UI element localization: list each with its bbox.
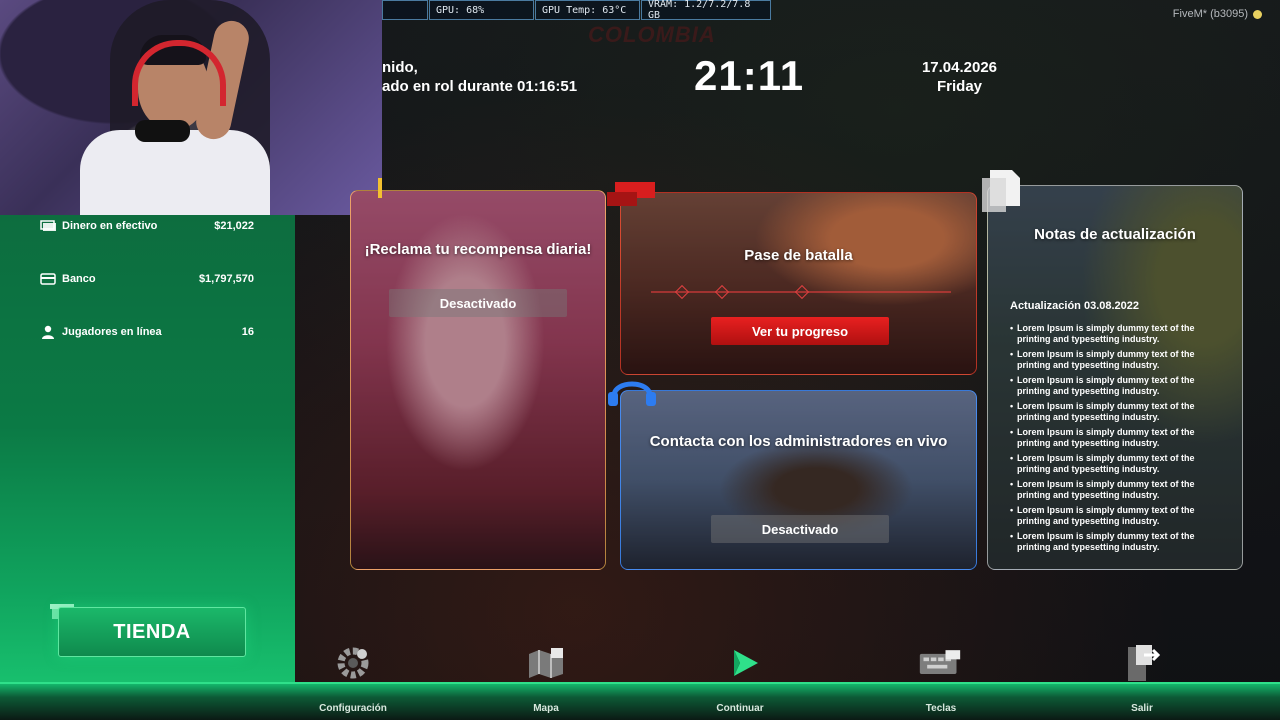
- stat-cash-label: Dinero en efectivo: [62, 220, 158, 232]
- daily-reward-card[interactable]: ¡Reclama tu recompensa diaria! Desactiva…: [350, 190, 606, 570]
- keyboard-icon[interactable]: [918, 643, 962, 683]
- webcam-mic: [135, 120, 190, 142]
- greeting-line1: nido,: [382, 59, 418, 76]
- headset-icon: [608, 381, 656, 406]
- bottom-nav-bar: [0, 682, 1280, 720]
- map-icon[interactable]: [524, 643, 568, 683]
- date-day: 17.04.2026: [921, 59, 998, 76]
- user-icon: [40, 325, 56, 339]
- daily-reward-button[interactable]: Desactivado: [389, 289, 567, 317]
- list-item: Lorem Ipsum is simply dummy text of the …: [1010, 531, 1230, 552]
- stat-players-label: Jugadores en línea: [62, 326, 162, 338]
- card-shade: [621, 193, 976, 374]
- exit-icon[interactable]: [1120, 643, 1164, 683]
- perf-hud: GPU: 68% GPU Temp: 63°C VRAM: 1.2/7.2/7.…: [382, 0, 772, 22]
- status-dot-icon: [1253, 9, 1262, 19]
- update-notes-list: Lorem Ipsum is simply dummy text of the …: [1010, 323, 1230, 557]
- list-item: Lorem Ipsum is simply dummy text of the …: [1010, 349, 1230, 370]
- play-icon[interactable]: [722, 643, 766, 683]
- battle-pass-card[interactable]: Pase de batalla Ver tu progreso: [620, 192, 977, 375]
- list-item: Lorem Ipsum is simply dummy text of the …: [1010, 375, 1230, 396]
- gift-icon: [378, 178, 382, 198]
- stat-players: Jugadores en línea 16: [40, 322, 254, 342]
- clock: 21:11: [694, 52, 805, 99]
- gear-icon[interactable]: [331, 643, 375, 683]
- webcam-overlay: [0, 0, 382, 215]
- greeting: nido, ado en rol durante 01:16:51: [382, 58, 577, 96]
- cash-icon: [40, 219, 56, 233]
- hud-vram: VRAM: 1.2/7.2/7.8 GB: [641, 0, 771, 21]
- window-title-text: FiveM* (b3095): [1172, 8, 1248, 20]
- card-icon: [40, 272, 56, 286]
- contact-admins-title: Contacta con los administradores en vivo: [649, 433, 948, 450]
- stat-bank-label: Banco: [62, 273, 96, 285]
- list-item: Lorem Ipsum is simply dummy text of the …: [1010, 427, 1230, 448]
- battle-pass-title: Pase de batalla: [744, 247, 853, 264]
- hud-spacer: [382, 0, 428, 20]
- update-notes-title: Notas de actualización: [1034, 226, 1196, 243]
- hud-gpu: GPU: 68%: [429, 0, 534, 20]
- update-notes-subtitle: Actualización 03.08.2022: [1010, 300, 1140, 312]
- greeting-line2: ado en rol durante 01:16:51: [382, 78, 578, 95]
- ticket-icon: [607, 182, 655, 206]
- update-notes-card: Notas de actualización Actualización 03.…: [987, 185, 1243, 570]
- list-item: Lorem Ipsum is simply dummy text of the …: [1010, 479, 1230, 500]
- webcam-shirt: [80, 130, 270, 215]
- stat-cash: Dinero en efectivo $21,022: [40, 216, 254, 236]
- list-item: Lorem Ipsum is simply dummy text of the …: [1010, 505, 1230, 526]
- battle-pass-button[interactable]: Ver tu progreso: [711, 317, 889, 345]
- nav-exit[interactable]: Salir: [1082, 703, 1202, 714]
- stat-players-value: 16: [241, 326, 254, 338]
- contact-admins-card[interactable]: Contacta con los administradores en vivo…: [620, 390, 977, 570]
- contact-admins-button[interactable]: Desactivado: [711, 515, 889, 543]
- list-item: Lorem Ipsum is simply dummy text of the …: [1010, 401, 1230, 422]
- daily-reward-title: ¡Reclama tu recompensa diaria!: [364, 241, 592, 258]
- stat-bank-value: $1,797,570: [198, 273, 254, 285]
- nav-map[interactable]: Mapa: [486, 703, 606, 714]
- window-title: FiveM* (b3095): [1173, 8, 1262, 20]
- nav-settings[interactable]: Configuración: [293, 703, 413, 714]
- date-block: 17.04.2026 Friday: [912, 58, 1007, 96]
- server-logo: COLOMBIA: [588, 22, 716, 47]
- list-item: Lorem Ipsum is simply dummy text of the …: [1010, 453, 1230, 474]
- shop-button[interactable]: TIENDA: [58, 607, 246, 657]
- stat-cash-value: $21,022: [214, 220, 254, 232]
- stat-bank: Banco $1,797,570: [40, 269, 254, 289]
- list-item: Lorem Ipsum is simply dummy text of the …: [1010, 323, 1230, 344]
- date-weekday: Friday: [936, 78, 982, 95]
- document-icon: [982, 170, 1020, 212]
- nav-continue[interactable]: Continuar: [680, 703, 800, 714]
- hud-gpu-temp: GPU Temp: 63°C: [535, 0, 640, 20]
- nav-keys[interactable]: Teclas: [881, 703, 1001, 714]
